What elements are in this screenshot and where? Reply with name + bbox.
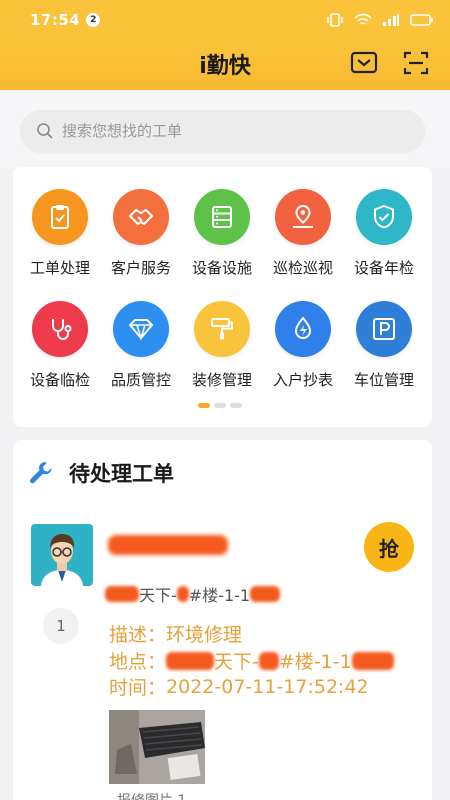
app-title: i勤快 [199,54,251,79]
order-name-redacted [108,535,228,555]
order-description: 描述： 环境修理 [109,620,242,647]
section-title: 待处理工单 [69,462,174,486]
grid-item-decoration[interactable]: 装修管理 [177,301,267,391]
grid-label: 品质管控 [110,371,171,389]
grid-item-work-order[interactable]: 工单处理 [15,189,105,279]
redacted-block [176,586,189,602]
status-bar: 17:54 2 [0,0,450,40]
function-grid: 工单处理 客户服务 设备设施 巡检巡视 设备年检 设备临检 品质管控 装修管理 … [13,167,432,427]
message-button[interactable] [349,50,379,76]
grid-item-quality-control[interactable]: 品质管控 [96,301,186,391]
time-value: 2022-07-11-17:52:42 [166,675,369,698]
desc-value: 环境修理 [166,624,243,646]
grid-item-annual-inspection[interactable]: 设备年检 [339,189,429,279]
paint-roller-icon [194,301,250,357]
status-time: 17:54 [30,11,81,29]
wifi-icon [354,13,372,25]
signal-icon [383,14,399,26]
grid-label: 车位管理 [353,371,414,389]
grid-label: 巡检巡视 [272,259,333,277]
time-label: 时间： [109,677,167,699]
grid-label: 装修管理 [191,371,252,389]
redacted-block [105,586,139,602]
scan-icon [403,51,429,75]
mail-icon [350,51,378,74]
order-time: 时间： 2022-07-11-17:52:42 [109,673,369,700]
battery-icon [410,14,433,26]
handshake-icon [113,189,169,245]
page-indicator [198,403,242,408]
address-part: 天下- [139,586,177,605]
order-location: 地点： 天下- #楼-1-1 [109,647,394,674]
search-input[interactable] [62,122,382,140]
repair-photo[interactable] [109,710,205,784]
grid-label: 工单处理 [29,259,90,277]
status-icons [326,13,434,27]
pending-orders-section: 待处理工单 抢 天下- #楼-1-1 1 描述： 环境修理 地点： 天下- #楼… [13,440,432,800]
clipboard-icon [32,189,88,245]
redacted-block [250,586,281,602]
grid-label: 设备设施 [191,259,252,277]
grid-item-parking[interactable]: 车位管理 [339,301,429,391]
notification-count-badge: 2 [86,13,101,27]
address-part: #楼-1-1 [188,586,251,605]
order-address: 天下- #楼-1-1 [105,582,281,606]
section-header: 待处理工单 [27,458,174,488]
grab-order-button[interactable]: 抢 [364,522,414,572]
search-icon [37,123,53,139]
grid-row: 设备临检 品质管控 装修管理 入户抄表 车位管理 [13,301,432,411]
page-dot-active [198,403,210,408]
loc-part: 天下- [214,651,259,673]
wrench-icon [30,462,52,484]
page-dot [230,403,242,408]
diamond-icon [113,301,169,357]
parking-icon [356,301,412,357]
order-index-badge: 1 [43,608,79,644]
grid-row: 工单处理 客户服务 设备设施 巡检巡视 设备年检 [13,189,432,299]
shield-check-icon [356,189,412,245]
grid-label: 客户服务 [110,259,171,277]
app-header: i勤快 [0,40,450,90]
redacted-block [351,651,394,670]
desc-label: 描述： [109,624,167,646]
page-dot [214,403,226,408]
photo-label: 报修图片 1 [117,790,186,800]
grid-label: 设备年检 [353,259,414,277]
loc-part: #楼-1-1 [278,651,352,673]
grid-item-equipment[interactable]: 设备设施 [177,189,267,279]
grid-label: 入户抄表 [272,371,333,389]
grid-item-meter-reading[interactable]: 入户抄表 [258,301,348,391]
redacted-block [166,651,215,670]
water-drop-bolt-icon [275,301,331,357]
grid-item-inspection[interactable]: 巡检巡视 [258,189,348,279]
stethoscope-icon [32,301,88,357]
search-bar[interactable] [20,110,425,152]
redacted-block [258,651,279,670]
grid-item-customer-service[interactable]: 客户服务 [96,189,186,279]
grid-label: 设备临检 [29,371,90,389]
location-pin-icon [275,189,331,245]
loc-label: 地点： [109,651,167,673]
search-area [0,90,450,168]
avatar [31,524,93,586]
vibrate-icon [327,13,343,27]
server-icon [194,189,250,245]
scan-button[interactable] [401,50,431,76]
grid-item-temp-inspection[interactable]: 设备临检 [15,301,105,391]
